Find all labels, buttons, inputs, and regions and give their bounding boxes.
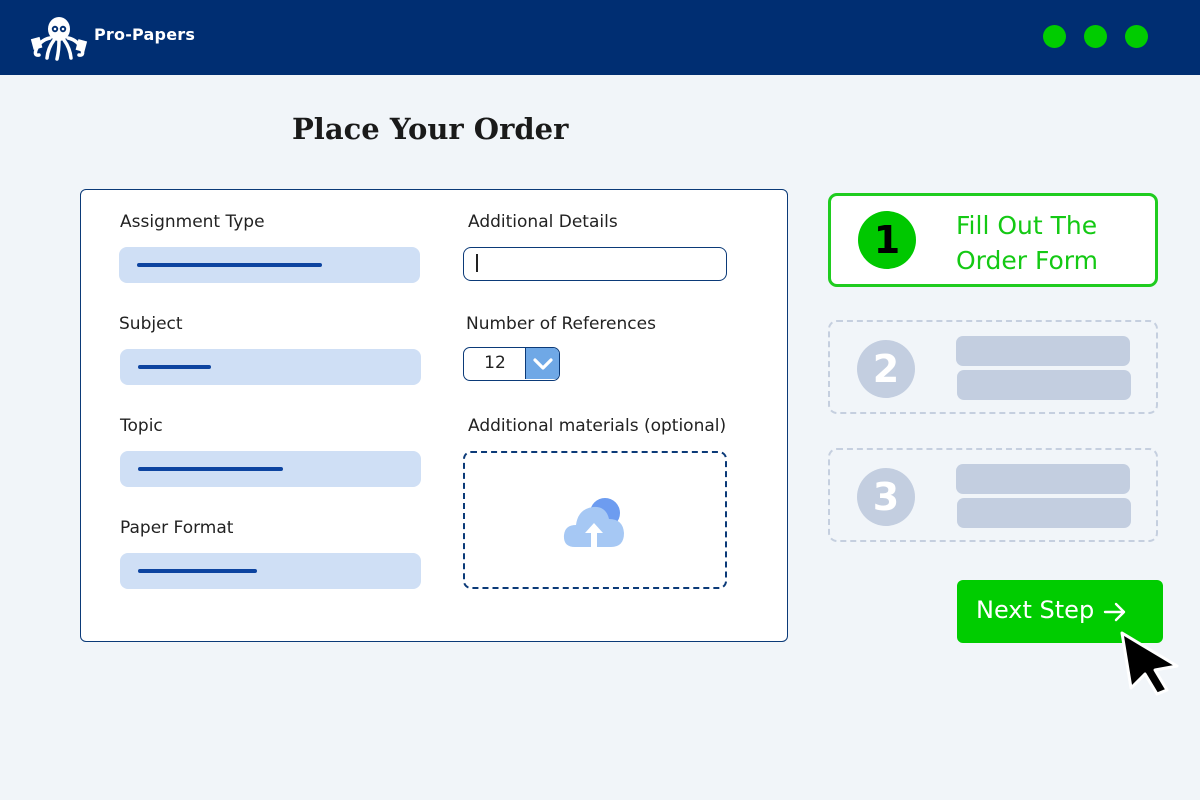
topic-label: Topic — [120, 416, 163, 436]
references-dropdown-button[interactable] — [525, 348, 559, 379]
step-card-1: 1 Fill Out The Order Form — [828, 193, 1158, 287]
paper-format-label: Paper Format — [120, 518, 234, 538]
placeholder-bar — [957, 370, 1131, 400]
mouse-pointer-icon — [1120, 631, 1179, 696]
window-dot[interactable] — [1043, 25, 1066, 48]
placeholder-bar — [957, 498, 1131, 528]
page-title: Place Your Order — [292, 112, 569, 146]
assignment-type-label: Assignment Type — [120, 212, 265, 232]
app-header: Pro-Papers — [0, 0, 1200, 75]
filled-value-bar — [137, 263, 322, 267]
step-number-badge: 2 — [856, 339, 916, 399]
step-label: Fill Out The Order Form — [956, 208, 1098, 278]
window-dot[interactable] — [1084, 25, 1107, 48]
materials-label: Additional materials (optional) — [468, 416, 727, 436]
octopus-logo-icon — [30, 17, 88, 61]
arrow-right-icon — [1103, 602, 1126, 622]
step-number-badge: 3 — [856, 467, 916, 527]
step-number: 2 — [873, 347, 899, 391]
step-number: 1 — [874, 218, 900, 262]
window-dot[interactable] — [1125, 25, 1148, 48]
step-card-3: 3 — [828, 448, 1158, 542]
assignment-type-field[interactable] — [119, 247, 420, 283]
step-number-badge: 1 — [857, 210, 917, 270]
next-step-label: Next Step — [976, 596, 1095, 624]
topic-field[interactable] — [120, 451, 421, 487]
references-label: Number of References — [466, 314, 656, 334]
step-label-line: Order Form — [956, 246, 1098, 275]
additional-details-input[interactable] — [463, 247, 727, 281]
cloud-upload-icon — [563, 498, 624, 547]
file-upload-dropzone[interactable] — [463, 451, 727, 589]
brand-name: Pro-Papers — [94, 25, 196, 44]
step-number: 3 — [873, 475, 899, 519]
references-value: 12 — [484, 353, 506, 373]
additional-details-label: Additional Details — [468, 212, 618, 232]
placeholder-bar — [956, 336, 1130, 366]
subject-label: Subject — [119, 314, 183, 334]
placeholder-bar — [956, 464, 1130, 494]
references-select[interactable]: 12 — [463, 347, 560, 381]
chevron-down-icon — [533, 358, 553, 370]
filled-value-bar — [138, 569, 257, 573]
step-card-2: 2 — [828, 320, 1158, 414]
filled-value-bar — [138, 365, 211, 369]
step-label-line: Fill Out The — [956, 211, 1098, 240]
subject-field[interactable] — [120, 349, 421, 385]
paper-format-field[interactable] — [120, 553, 421, 589]
filled-value-bar — [138, 467, 283, 471]
